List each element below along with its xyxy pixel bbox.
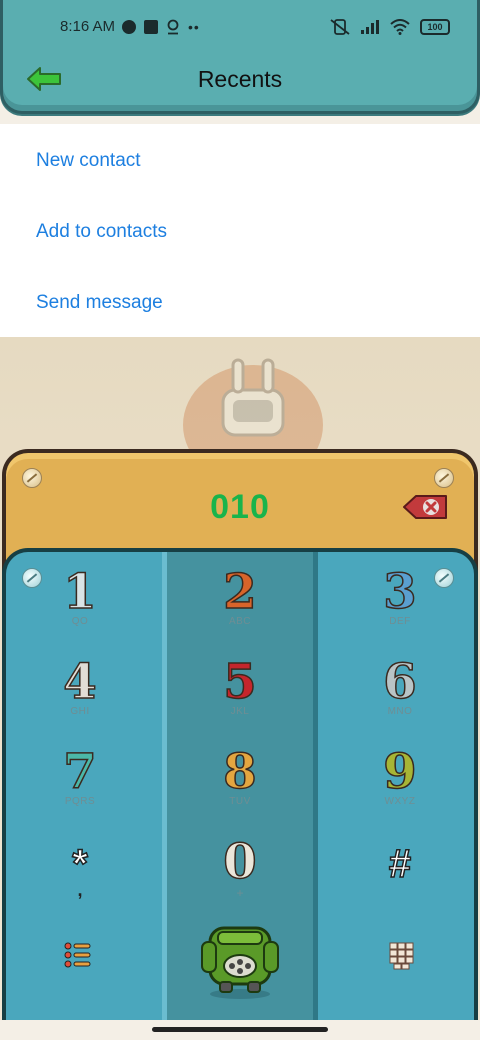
key-9[interactable]: 9 WXYZ xyxy=(340,744,460,826)
page-title: Recents xyxy=(197,66,283,92)
key-letters: MNO xyxy=(387,706,413,717)
send-message-option[interactable]: Send message xyxy=(36,292,163,314)
key-digit: 2 xyxy=(223,564,258,620)
key-1[interactable]: 1 QO xyxy=(20,564,140,646)
key-digit: 5 xyxy=(223,654,258,710)
status-time: 8:16 AM xyxy=(60,18,116,35)
key-letters: GHI xyxy=(70,706,90,717)
key-digit: 7 xyxy=(63,744,98,800)
call-robot-icon[interactable] xyxy=(200,920,280,1000)
key-digit: 4 xyxy=(63,654,98,710)
key-letters: ABC xyxy=(228,616,252,627)
key-5[interactable]: 5 JKL xyxy=(180,654,300,736)
battery-icon: 100 xyxy=(420,19,450,35)
location-icon xyxy=(167,19,179,35)
screw-icon xyxy=(434,468,454,488)
key-letters: TUV xyxy=(229,796,251,807)
key-letters: JKL xyxy=(230,706,250,717)
status-right-icons: 100 xyxy=(330,18,450,36)
status-left-icons: •• xyxy=(122,19,200,35)
new-contact-option[interactable]: New contact xyxy=(36,150,141,172)
vibrate-off-icon xyxy=(330,19,350,35)
app-notification-icon xyxy=(144,20,158,34)
status-bar: 8:16 AM •• 100 xyxy=(0,14,480,42)
home-gesture-handle[interactable] xyxy=(152,1027,328,1032)
key-letters: PQRS xyxy=(64,796,96,807)
signal-icon xyxy=(361,20,379,34)
key-digit: 1 xyxy=(63,564,98,620)
zero-sub: + xyxy=(236,886,244,900)
screw-icon xyxy=(22,468,42,488)
mascot-watermark-icon xyxy=(183,358,323,460)
hash-symbol: # xyxy=(388,841,412,887)
key-3[interactable]: 3 DEF xyxy=(340,564,460,646)
more-notifications-icon: •• xyxy=(188,19,200,35)
key-digit: 3 xyxy=(383,564,418,620)
key-letters: QO xyxy=(71,616,89,627)
key-0[interactable]: 0 + xyxy=(180,834,300,916)
key-letters: WXYZ xyxy=(384,796,416,807)
key-digit: 6 xyxy=(383,654,418,710)
key-digit: 0 xyxy=(223,834,258,890)
wifi-icon xyxy=(390,19,410,35)
key-digit: 8 xyxy=(223,744,258,800)
notification-icon xyxy=(122,20,136,34)
key-hash[interactable]: # xyxy=(340,841,460,922)
star-sub: , xyxy=(77,880,83,900)
backspace-icon[interactable] xyxy=(402,494,448,520)
key-4[interactable]: 4 GHI xyxy=(20,654,140,736)
battery-level: 100 xyxy=(427,22,443,32)
key-6[interactable]: 6 MNO xyxy=(340,654,460,736)
key-letters: DEF xyxy=(389,616,411,627)
menu-list-icon[interactable] xyxy=(64,942,92,968)
options-menu: New contact Add to contacts Send message xyxy=(0,124,480,337)
key-star[interactable]: * , xyxy=(20,841,140,922)
key-8[interactable]: 8 TUV xyxy=(180,744,300,826)
add-to-contacts-option[interactable]: Add to contacts xyxy=(36,221,167,243)
dialpad-grid-icon[interactable] xyxy=(389,942,415,970)
key-7[interactable]: 7 PQRS xyxy=(20,744,140,826)
key-digit: 9 xyxy=(383,744,418,800)
key-2[interactable]: 2 ABC xyxy=(180,564,300,646)
